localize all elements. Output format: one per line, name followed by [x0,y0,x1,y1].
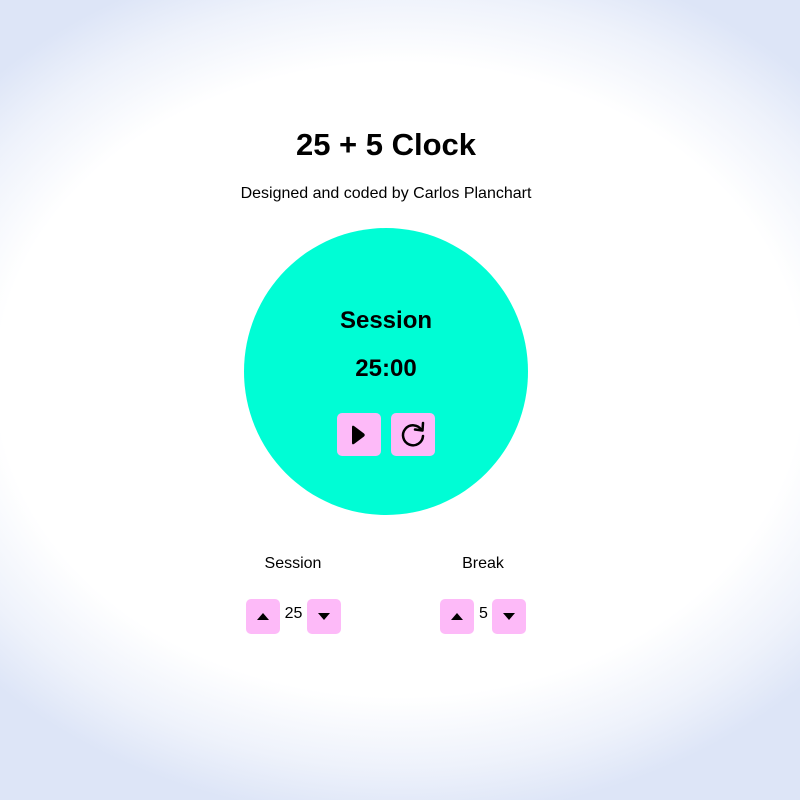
session-label: Session [264,555,322,572]
reset-icon [401,421,425,447]
reset-button[interactable] [391,413,435,456]
break-label: Break [462,555,504,572]
session-length: 25 [284,605,303,622]
play-icon [352,425,365,444]
session-decrement-button[interactable] [307,599,341,634]
caret-up-icon [257,613,269,620]
page-title: 25 + 5 Clock [295,127,477,162]
caret-down-icon [318,613,330,620]
start-stop-button[interactable] [337,413,381,456]
subtitle: Designed and coded by Carlos Planchart [240,185,532,202]
break-decrement-button[interactable] [492,599,526,634]
session-increment-button[interactable] [246,599,280,634]
caret-down-icon [503,613,515,620]
timer-label: Session [339,307,433,334]
time-left: 25:00 [355,355,417,382]
break-increment-button[interactable] [440,599,474,634]
caret-up-icon [451,613,463,620]
